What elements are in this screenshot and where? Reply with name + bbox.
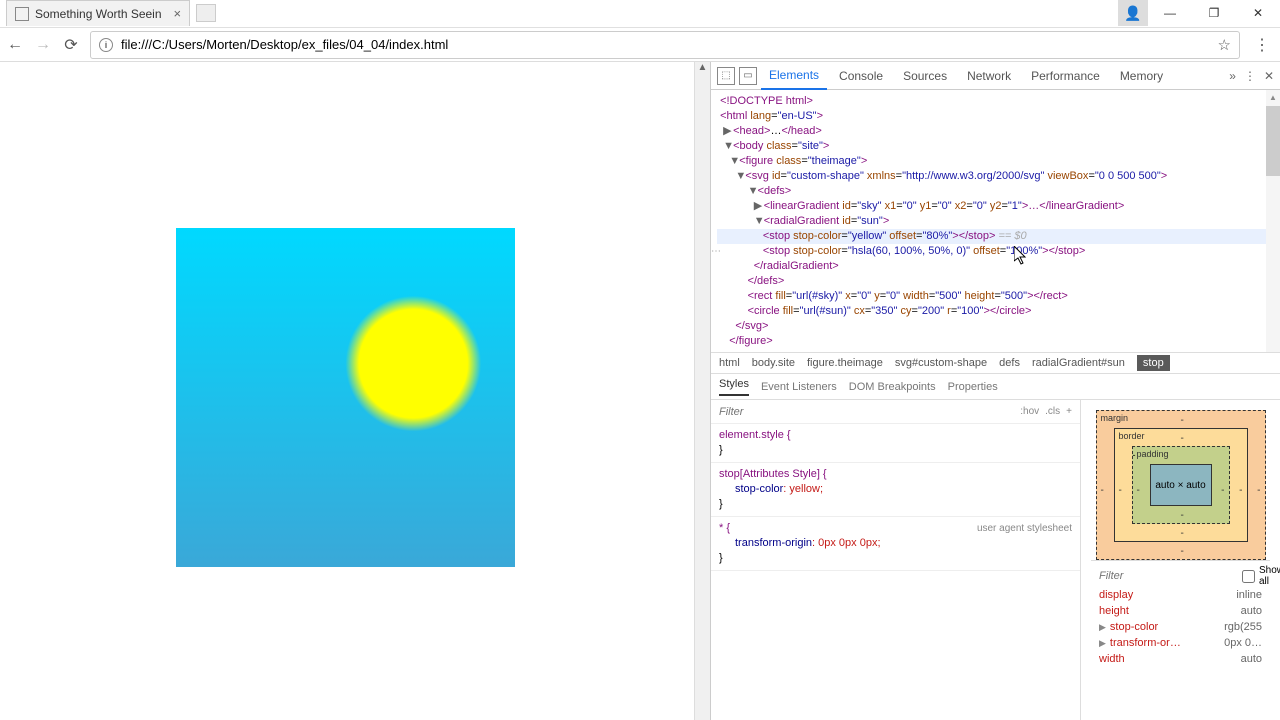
styles-pane: :hov .cls + element.style { } stop[Attri… xyxy=(711,400,1080,720)
style-rule-attributes[interactable]: stop[Attributes Style] { stop-color: yel… xyxy=(711,463,1080,517)
tab-elements[interactable]: Elements xyxy=(761,62,827,90)
computed-filter-input[interactable] xyxy=(1099,570,1242,582)
page-favicon xyxy=(15,7,29,21)
back-button[interactable]: ← xyxy=(6,36,24,54)
tree-scrollbar[interactable]: ▲ xyxy=(1266,90,1280,352)
show-all-checkbox[interactable] xyxy=(1242,570,1255,583)
dom-tree[interactable]: ⋯ <!DOCTYPE html> <html lang="en-US"> ▶<… xyxy=(711,90,1280,352)
tab-close-icon[interactable]: × xyxy=(174,6,182,21)
box-model-diagram[interactable]: margin - - - - border - - - - padding - … xyxy=(1096,410,1266,560)
browser-tab[interactable]: Something Worth Seein × xyxy=(6,0,190,26)
crumb-defs[interactable]: defs xyxy=(999,357,1020,369)
window-maximize-button[interactable]: ❐ xyxy=(1192,0,1236,26)
forward-button[interactable]: → xyxy=(34,36,52,54)
window-minimize-button[interactable]: — xyxy=(1148,0,1192,26)
crumb-radialgradient[interactable]: radialGradient#sun xyxy=(1032,357,1125,369)
dom-breadcrumb: html body.site figure.theimage svg#custo… xyxy=(711,352,1280,374)
box-model-content: auto × auto xyxy=(1150,464,1212,506)
new-tab-button[interactable] xyxy=(196,4,216,22)
url-field[interactable]: i file:///C:/Users/Morten/Desktop/ex_fil… xyxy=(90,31,1240,59)
content-area: ▲ ⬚ ▭ Elements Console Sources Network P… xyxy=(0,62,1280,720)
url-text: file:///C:/Users/Morten/Desktop/ex_files… xyxy=(121,37,448,52)
gutter-dots: ⋯ xyxy=(711,244,721,259)
subtab-properties[interactable]: Properties xyxy=(948,381,998,393)
tab-sources[interactable]: Sources xyxy=(895,63,955,89)
box-model-pane: margin - - - - border - - - - padding - … xyxy=(1080,400,1280,720)
tab-performance[interactable]: Performance xyxy=(1023,63,1108,89)
styles-filter-input[interactable] xyxy=(719,406,1014,418)
cls-toggle[interactable]: .cls xyxy=(1045,406,1060,417)
device-toggle-icon[interactable]: ▭ xyxy=(739,67,757,85)
devtools-menu-icon[interactable]: ⋮ xyxy=(1244,69,1256,83)
tab-console[interactable]: Console xyxy=(831,63,891,89)
crumb-html[interactable]: html xyxy=(719,357,740,369)
bookmark-star-icon[interactable]: ☆ xyxy=(1218,36,1231,54)
window-controls: 👤 — ❐ ✕ xyxy=(1118,0,1280,26)
style-rule-element[interactable]: element.style { } xyxy=(711,424,1080,463)
browser-titlebar: Something Worth Seein × 👤 — ❐ ✕ xyxy=(0,0,1280,28)
crumb-body[interactable]: body.site xyxy=(752,357,795,369)
site-info-icon[interactable]: i xyxy=(99,38,113,52)
tabs-overflow-icon[interactable]: » xyxy=(1229,69,1236,83)
crumb-figure[interactable]: figure.theimage xyxy=(807,357,883,369)
scroll-up-icon[interactable]: ▲ xyxy=(695,62,710,78)
style-rule-ua[interactable]: user agent stylesheet * { transform-orig… xyxy=(711,517,1080,571)
devtools-panel: ⬚ ▭ Elements Console Sources Network Per… xyxy=(710,62,1280,720)
devtools-tabbar: ⬚ ▭ Elements Console Sources Network Per… xyxy=(711,62,1280,90)
address-bar: ← → ⟳ i file:///C:/Users/Morten/Desktop/… xyxy=(0,28,1280,62)
tab-title: Something Worth Seein xyxy=(35,7,162,21)
computed-pane: Show all displayinline heightauto ▶stop-… xyxy=(1091,560,1270,671)
tab-network[interactable]: Network xyxy=(959,63,1019,89)
subtab-dom-breakpoints[interactable]: DOM Breakpoints xyxy=(849,381,936,393)
subtab-event-listeners[interactable]: Event Listeners xyxy=(761,381,837,393)
styles-tabbar: Styles Event Listeners DOM Breakpoints P… xyxy=(711,374,1280,400)
hov-toggle[interactable]: :hov xyxy=(1020,406,1039,417)
page-scrollbar[interactable]: ▲ xyxy=(694,62,710,720)
crumb-stop[interactable]: stop xyxy=(1137,355,1170,371)
crumb-svg[interactable]: svg#custom-shape xyxy=(895,357,987,369)
page-viewport: ▲ xyxy=(0,62,710,720)
rendered-svg xyxy=(176,228,515,567)
browser-menu-button[interactable]: ⋮ xyxy=(1250,35,1274,55)
devtools-close-icon[interactable]: ✕ xyxy=(1264,69,1274,83)
subtab-styles[interactable]: Styles xyxy=(719,378,749,396)
window-close-button[interactable]: ✕ xyxy=(1236,0,1280,26)
reload-button[interactable]: ⟳ xyxy=(62,36,80,54)
profile-icon[interactable]: 👤 xyxy=(1118,0,1148,26)
inspect-element-icon[interactable]: ⬚ xyxy=(717,67,735,85)
tab-memory[interactable]: Memory xyxy=(1112,63,1171,89)
new-rule-button[interactable]: + xyxy=(1066,406,1072,417)
